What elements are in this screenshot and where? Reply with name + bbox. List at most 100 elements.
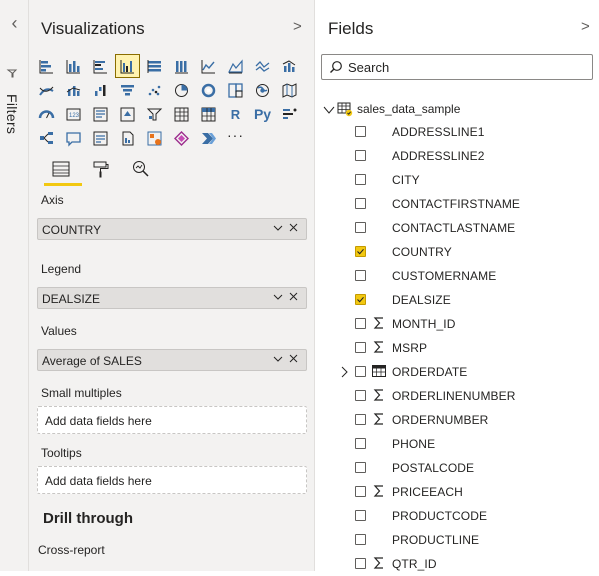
line-chart-icon[interactable] (197, 55, 220, 77)
field-checkbox[interactable] (355, 342, 366, 353)
pie-chart-icon[interactable] (170, 79, 193, 101)
area-chart-icon[interactable] (224, 55, 247, 77)
field-checkbox[interactable] (355, 462, 366, 473)
waterfall-chart-icon[interactable] (89, 79, 112, 101)
kpi-icon[interactable] (116, 103, 139, 125)
visualizations-collapse-chevron-icon[interactable]: > (293, 18, 302, 35)
chevron-right-icon[interactable] (339, 366, 349, 378)
filters-rail[interactable]: ‹ Filters (0, 0, 29, 571)
field-checkbox[interactable] (355, 126, 366, 137)
field-checkbox[interactable] (355, 222, 366, 233)
gauge-icon[interactable] (35, 103, 58, 125)
field-row[interactable]: QTR_ID (315, 552, 599, 576)
field-row[interactable]: CUSTOMERNAME (315, 264, 599, 288)
field-checkbox[interactable] (355, 150, 366, 161)
field-checkbox[interactable] (355, 486, 366, 497)
stacked-area-chart-icon[interactable] (251, 55, 274, 77)
key-influencers-icon[interactable] (278, 103, 301, 125)
chevron-down-icon[interactable] (272, 222, 284, 234)
analytics-tab[interactable] (123, 156, 159, 182)
field-row[interactable]: ORDERDATE (315, 360, 599, 384)
clustered-column-chart-icon[interactable] (115, 54, 140, 78)
field-row[interactable]: PRICEEACH (315, 480, 599, 504)
scatter-chart-icon[interactable] (143, 79, 166, 101)
smart-narrative-icon[interactable] (89, 127, 112, 149)
format-tab[interactable] (83, 156, 119, 182)
100-stacked-column-chart-icon[interactable] (170, 55, 193, 77)
legend-field-pill[interactable]: DEALSIZE (37, 287, 307, 309)
line-and-stacked-column-chart-icon[interactable] (62, 79, 85, 101)
multi-row-card-icon[interactable] (89, 103, 112, 125)
map-icon[interactable] (251, 79, 274, 101)
qa-visual-icon[interactable] (62, 127, 85, 149)
paint-roller-icon (93, 161, 109, 178)
power-automate-icon[interactable] (197, 127, 220, 149)
donut-chart-icon[interactable] (197, 79, 220, 101)
axis-field-pill[interactable]: COUNTRY (37, 218, 307, 240)
remove-field-icon[interactable] (288, 291, 299, 302)
ribbon-chart-icon[interactable] (35, 79, 58, 101)
field-row[interactable]: ORDERLINENUMBER (315, 384, 599, 408)
field-row[interactable]: COUNTRY (315, 240, 599, 264)
remove-field-icon[interactable] (288, 222, 299, 233)
field-checkbox[interactable] (355, 198, 366, 209)
field-row[interactable]: ADDRESSLINE2 (315, 144, 599, 168)
100-stacked-bar-chart-icon[interactable] (143, 55, 166, 77)
field-row[interactable]: ORDERNUMBER (315, 408, 599, 432)
table-visual-icon[interactable] (170, 103, 193, 125)
field-checkbox[interactable] (355, 174, 366, 185)
field-checkbox[interactable] (355, 294, 366, 305)
field-checkbox[interactable] (355, 270, 366, 281)
field-checkbox[interactable] (355, 558, 366, 569)
filled-map-icon[interactable] (278, 79, 301, 101)
small-multiples-dropzone[interactable]: Add data fields here (37, 406, 307, 434)
field-checkbox[interactable] (355, 534, 366, 545)
field-row[interactable]: CONTACTLASTNAME (315, 216, 599, 240)
line-and-column-chart-icon[interactable] (278, 55, 301, 77)
r-script-visual-icon[interactable]: R (224, 103, 247, 125)
field-checkbox[interactable] (355, 510, 366, 521)
field-row[interactable]: ADDRESSLINE1 (315, 120, 599, 144)
remove-field-icon[interactable] (288, 353, 299, 364)
python-visual-icon[interactable]: Py (251, 103, 274, 125)
field-row[interactable]: PRODUCTLINE (315, 528, 599, 552)
filters-collapse-chevron-icon[interactable]: ‹ (0, 14, 29, 32)
card-icon[interactable]: 123 (62, 103, 85, 125)
field-row[interactable]: PHONE (315, 432, 599, 456)
fields-search-box[interactable] (321, 54, 593, 80)
chevron-down-icon[interactable] (323, 104, 335, 116)
field-row[interactable]: POSTALCODE (315, 456, 599, 480)
field-checkbox[interactable] (355, 318, 366, 329)
arcgis-maps-icon[interactable] (143, 127, 166, 149)
fields-collapse-chevron-icon[interactable]: > (581, 18, 590, 35)
decomposition-tree-icon[interactable] (35, 127, 58, 149)
field-checkbox[interactable] (355, 414, 366, 425)
search-input[interactable] (348, 58, 578, 76)
values-field-pill[interactable]: Average of SALES (37, 349, 307, 371)
field-row[interactable]: CITY (315, 168, 599, 192)
field-checkbox[interactable] (355, 438, 366, 449)
chevron-down-icon[interactable] (272, 353, 284, 365)
chevron-down-icon[interactable] (272, 291, 284, 303)
stacked-bar-chart-icon[interactable] (35, 55, 58, 77)
field-row[interactable]: PRODUCTCODE (315, 504, 599, 528)
matrix-icon[interactable] (197, 103, 220, 125)
field-checkbox[interactable] (355, 246, 366, 257)
field-checkbox[interactable] (355, 366, 366, 377)
clustered-bar-chart-icon[interactable] (89, 55, 112, 77)
slicer-icon[interactable] (143, 103, 166, 125)
field-checkbox[interactable] (355, 390, 366, 401)
tooltips-dropzone[interactable]: Add data fields here (37, 466, 307, 494)
fields-wells-tab[interactable] (43, 156, 82, 186)
paginated-report-icon[interactable] (116, 127, 139, 149)
more-visuals-icon[interactable]: ··· (224, 127, 247, 149)
field-row[interactable]: CONTACTFIRSTNAME (315, 192, 599, 216)
power-apps-icon[interactable] (170, 127, 193, 149)
field-row[interactable]: MSRP (315, 336, 599, 360)
field-row[interactable]: DEALSIZE (315, 288, 599, 312)
treemap-icon[interactable] (224, 79, 247, 101)
field-row[interactable]: MONTH_ID (315, 312, 599, 336)
filters-label[interactable]: Filters (4, 94, 20, 134)
funnel-chart-icon[interactable] (116, 79, 139, 101)
stacked-column-chart-icon[interactable] (62, 55, 85, 77)
